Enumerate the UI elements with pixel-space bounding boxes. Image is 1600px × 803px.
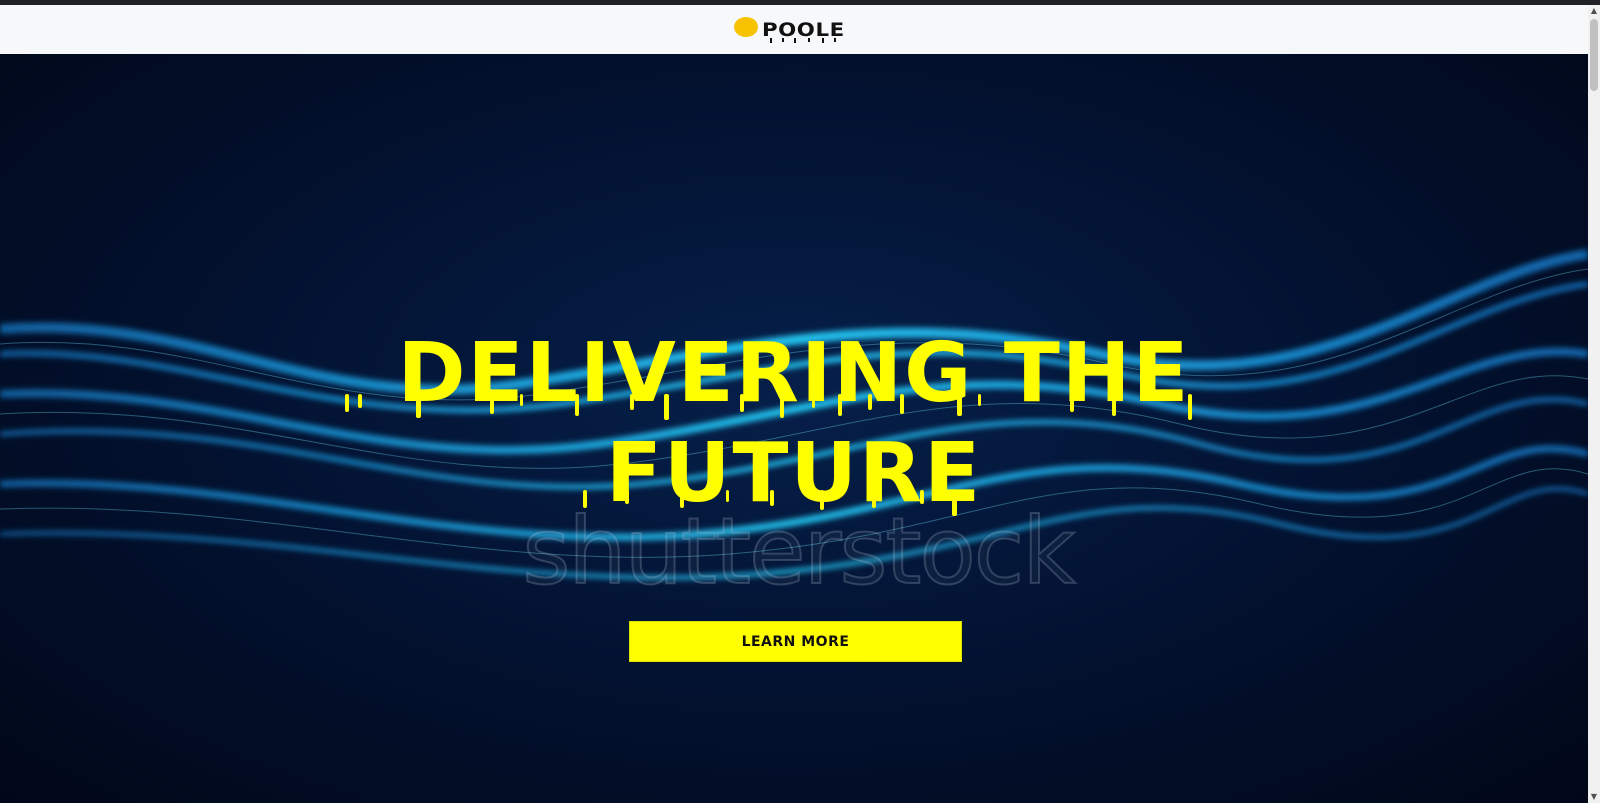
logo-circle-icon xyxy=(734,17,758,37)
scroll-down-arrow-icon[interactable]: ▼ xyxy=(1588,791,1600,803)
page-scrollbar[interactable]: ▲ ▼ xyxy=(1588,5,1600,803)
scrollbar-thumb[interactable] xyxy=(1590,19,1598,91)
logo-drip-icon xyxy=(770,38,836,43)
hero-headline: DELIVERING THE FUTURE xyxy=(300,324,1288,524)
scroll-up-arrow-icon[interactable]: ▲ xyxy=(1588,5,1600,17)
learn-more-button[interactable]: LEARN MORE xyxy=(629,621,962,662)
headline-line-1: DELIVERING THE xyxy=(397,326,1191,421)
hero-section: shutterstock DELIVERING THE FUTURE LEARN… xyxy=(0,54,1588,803)
learn-more-label: LEARN MORE xyxy=(741,633,850,650)
site-logo[interactable]: POOLE xyxy=(734,15,844,45)
site-header: POOLE xyxy=(0,5,1588,54)
headline-line-2: FUTURE xyxy=(605,426,983,521)
